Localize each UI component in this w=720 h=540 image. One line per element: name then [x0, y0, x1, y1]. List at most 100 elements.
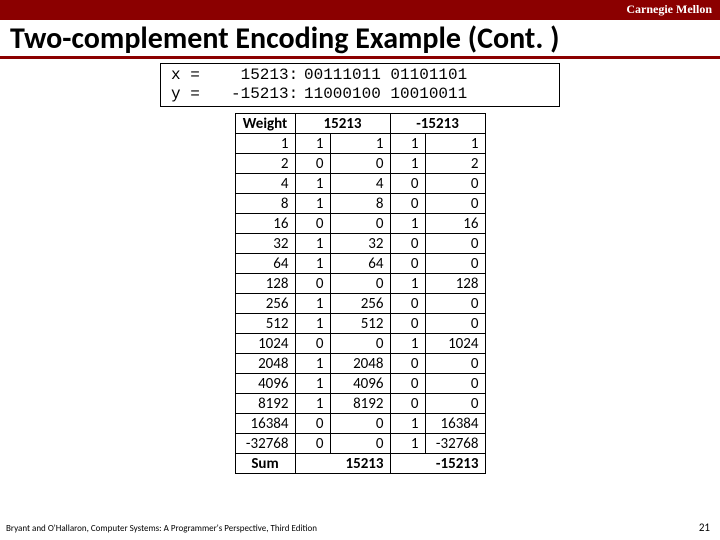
cell-bit-neg: 1 — [390, 434, 425, 454]
cell-weight: 512 — [235, 314, 295, 334]
table-row: 20012 — [235, 154, 485, 174]
cell-bit-pos: 1 — [295, 134, 330, 154]
cell-weight: 16384 — [235, 414, 295, 434]
table-row: 40961409600 — [235, 374, 485, 394]
cell-val-neg: 1024 — [425, 334, 485, 354]
cell-val-pos: 4096 — [330, 374, 390, 394]
cell-bit-pos: 0 — [295, 334, 330, 354]
cell-bit-pos: 1 — [295, 174, 330, 194]
sum-row: Sum 15213 -15213 — [235, 454, 485, 474]
cell-bit-pos: 1 — [295, 354, 330, 374]
table-row: 11111 — [235, 134, 485, 154]
table-row: 20481204800 — [235, 354, 485, 374]
binary-box: x = 15213: 00111011 01101101 y = -15213:… — [160, 63, 560, 107]
table-row: 512151200 — [235, 314, 485, 334]
table-row: 81800 — [235, 194, 485, 214]
cell-bit-neg: 1 — [390, 214, 425, 234]
cell-weight: 8192 — [235, 394, 295, 414]
cell-weight: 1024 — [235, 334, 295, 354]
cell-bit-neg: 0 — [390, 254, 425, 274]
cell-val-neg: 0 — [425, 294, 485, 314]
cell-val-pos: 0 — [330, 334, 390, 354]
cell-val-pos: 8 — [330, 194, 390, 214]
cell-bit-neg: 1 — [390, 274, 425, 294]
sum-pos: 15213 — [295, 454, 390, 474]
cell-val-neg: 16 — [425, 214, 485, 234]
cell-val-neg: 0 — [425, 394, 485, 414]
cell-bit-pos: 1 — [295, 394, 330, 414]
cell-val-neg: 0 — [425, 314, 485, 334]
header-weight: Weight — [235, 114, 295, 134]
cell-bit-pos: 0 — [295, 154, 330, 174]
encoding-table: Weight 15213 -15213 11111200124140081800… — [235, 113, 486, 474]
cell-val-pos: 0 — [330, 274, 390, 294]
x-bits: 00111011 01101101 — [296, 66, 467, 85]
cell-bit-neg: 0 — [390, 234, 425, 254]
cell-bit-pos: 1 — [295, 234, 330, 254]
cell-val-neg: 16384 — [425, 414, 485, 434]
cell-weight: 256 — [235, 294, 295, 314]
cell-val-neg: 0 — [425, 174, 485, 194]
cell-val-pos: 0 — [330, 214, 390, 234]
sum-label: Sum — [235, 454, 295, 474]
top-banner: Carnegie Mellon — [0, 0, 720, 20]
cell-bit-pos: 1 — [295, 194, 330, 214]
cell-weight: 128 — [235, 274, 295, 294]
cell-bit-pos: 1 — [295, 374, 330, 394]
slide-title: Two-complement Encoding Example (Cont. ) — [0, 20, 720, 56]
cell-bit-neg: 1 — [390, 334, 425, 354]
cell-val-pos: 0 — [330, 434, 390, 454]
cell-bit-neg: 0 — [390, 294, 425, 314]
y-bits: 11000100 10010011 — [296, 85, 467, 104]
y-label: y = — [171, 85, 231, 104]
table-header-row: Weight 15213 -15213 — [235, 114, 485, 134]
cell-val-neg: 0 — [425, 194, 485, 214]
cell-weight: 64 — [235, 254, 295, 274]
cell-val-pos: 64 — [330, 254, 390, 274]
cell-bit-pos: 0 — [295, 434, 330, 454]
x-value: 15213: — [231, 66, 296, 85]
cell-val-neg: -32768 — [425, 434, 485, 454]
y-value: -15213: — [231, 85, 296, 104]
cell-bit-pos: 1 — [295, 314, 330, 334]
x-label: x = — [171, 66, 231, 85]
cell-bit-pos: 0 — [295, 414, 330, 434]
cell-weight: 32 — [235, 234, 295, 254]
cell-val-neg: 2 — [425, 154, 485, 174]
table-row: 256125600 — [235, 294, 485, 314]
cell-val-pos: 2048 — [330, 354, 390, 374]
footer-citation: Bryant and O'Hallaron, Computer Systems:… — [6, 523, 317, 534]
cell-val-neg: 0 — [425, 254, 485, 274]
cell-weight: 2048 — [235, 354, 295, 374]
table-row: 6416400 — [235, 254, 485, 274]
cell-bit-neg: 0 — [390, 314, 425, 334]
cell-val-pos: 32 — [330, 234, 390, 254]
cell-val-neg: 1 — [425, 134, 485, 154]
cell-val-pos: 0 — [330, 414, 390, 434]
table-row: 128001128 — [235, 274, 485, 294]
cell-bit-neg: 0 — [390, 174, 425, 194]
cell-bit-neg: 1 — [390, 154, 425, 174]
table-row: 1600116 — [235, 214, 485, 234]
cell-bit-pos: 0 — [295, 274, 330, 294]
cell-bit-neg: 1 — [390, 414, 425, 434]
sum-neg: -15213 — [390, 454, 485, 474]
header-pos: 15213 — [295, 114, 390, 134]
table-row: 1638400116384 — [235, 414, 485, 434]
cell-val-pos: 512 — [330, 314, 390, 334]
cell-weight: 4 — [235, 174, 295, 194]
table-row: 41400 — [235, 174, 485, 194]
table-row: 81921819200 — [235, 394, 485, 414]
table-row: 10240011024 — [235, 334, 485, 354]
cell-val-pos: 0 — [330, 154, 390, 174]
cell-bit-neg: 1 — [390, 134, 425, 154]
cell-bit-neg: 0 — [390, 394, 425, 414]
cell-weight: 1 — [235, 134, 295, 154]
table-row: 3213200 — [235, 234, 485, 254]
cell-val-pos: 256 — [330, 294, 390, 314]
cell-weight: 8 — [235, 194, 295, 214]
cell-val-neg: 0 — [425, 234, 485, 254]
cell-val-pos: 8192 — [330, 394, 390, 414]
table-row: -32768001-32768 — [235, 434, 485, 454]
cell-bit-pos: 1 — [295, 294, 330, 314]
